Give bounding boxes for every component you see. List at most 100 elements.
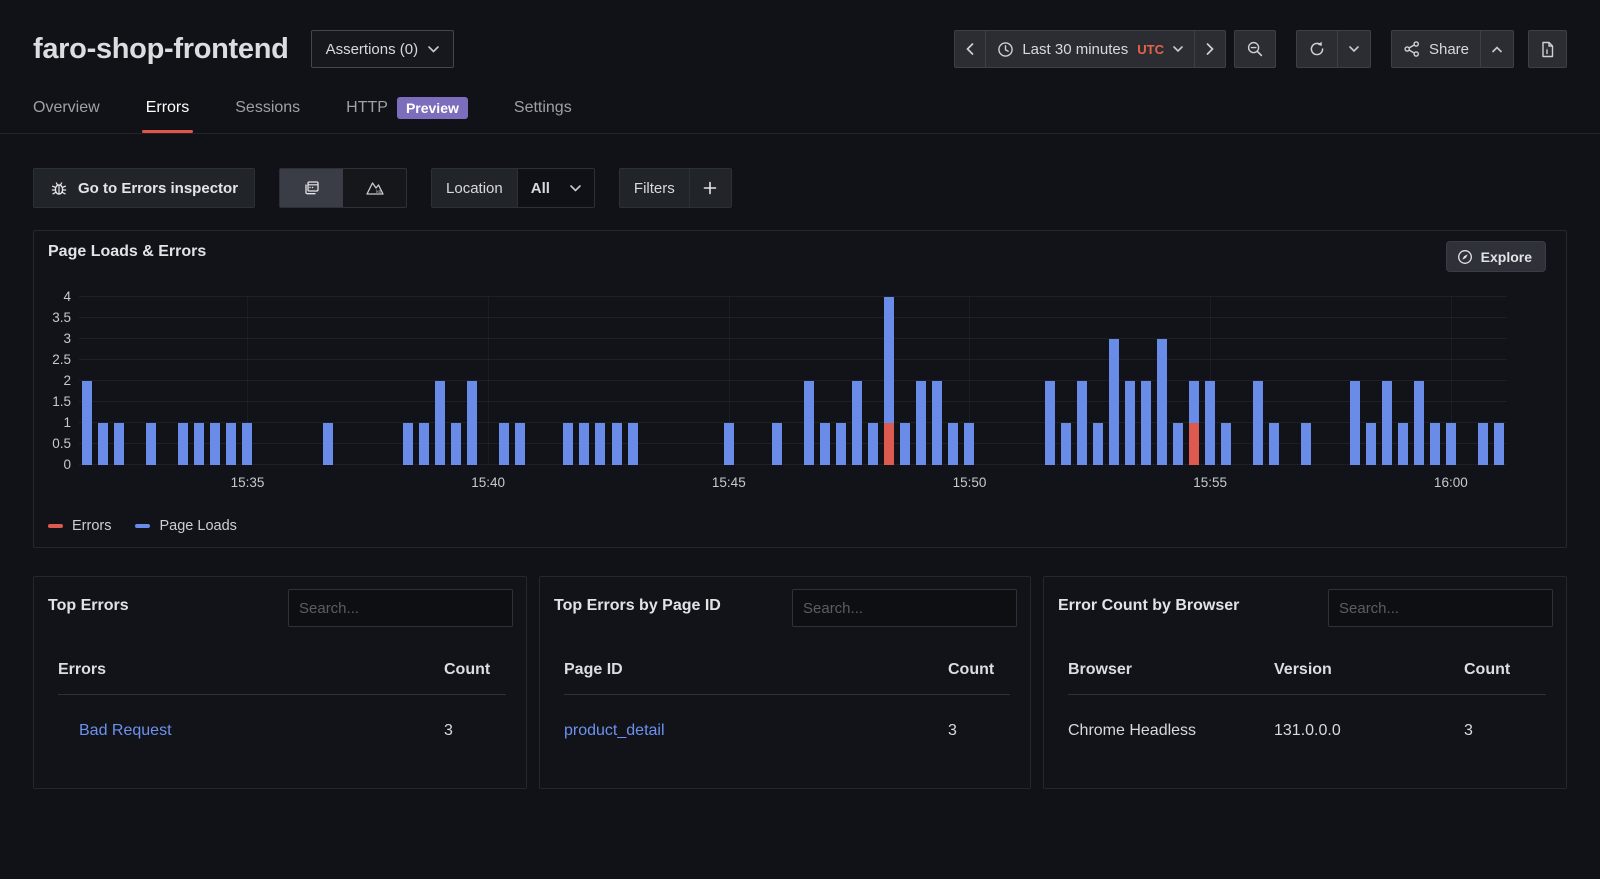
chart-bar-page-loads[interactable] — [1221, 423, 1231, 465]
add-filter-button[interactable] — [689, 169, 731, 207]
error-link[interactable]: Bad Request — [79, 722, 172, 739]
chart-bar-errors[interactable] — [1189, 423, 1199, 465]
chart-bar-page-loads[interactable] — [804, 381, 814, 465]
chart-bar-page-loads[interactable] — [194, 423, 204, 465]
chart-bar-page-loads[interactable] — [948, 423, 958, 465]
tab-sessions[interactable]: Sessions — [223, 84, 312, 133]
chart-bar-page-loads[interactable] — [724, 423, 734, 465]
zoom-out-time-button[interactable] — [1235, 31, 1275, 67]
chart-bar-page-loads[interactable] — [868, 423, 878, 465]
chart-bar-page-loads[interactable] — [916, 381, 926, 465]
chart-bar-page-loads[interactable] — [1269, 423, 1279, 465]
chart-bar-page-loads[interactable] — [1045, 381, 1055, 465]
legend-item-page-loads[interactable]: Page Loads — [135, 518, 236, 534]
location-select[interactable]: All — [517, 169, 594, 207]
chart-bar-page-loads[interactable] — [210, 423, 220, 465]
legend-label: Errors — [72, 518, 111, 534]
assertions-dropdown-button[interactable]: Assertions (0) — [311, 30, 455, 68]
share-dropdown[interactable] — [1480, 31, 1513, 67]
x-gridline — [488, 297, 489, 465]
k6-source-toggle[interactable]: k6 — [343, 169, 406, 207]
chart-bar-page-loads[interactable] — [1173, 423, 1183, 465]
chart-bar-page-loads[interactable] — [595, 423, 605, 465]
search-input[interactable] — [1328, 589, 1553, 627]
search-input[interactable] — [288, 589, 513, 627]
chart-bar-page-loads[interactable] — [1350, 381, 1360, 465]
chart-bar-page-loads[interactable] — [1141, 381, 1151, 465]
chart-bar-page-loads[interactable] — [323, 423, 333, 465]
chevron-down-icon — [1173, 46, 1183, 53]
chart-bar-page-loads[interactable] — [563, 423, 573, 465]
chart-bar-errors[interactable] — [884, 423, 894, 465]
page-id-link[interactable]: product_detail — [564, 722, 665, 739]
chart-bar-page-loads[interactable] — [1157, 339, 1167, 465]
chart-bar-page-loads[interactable] — [1301, 423, 1311, 465]
chart-bar-page-loads[interactable] — [1093, 423, 1103, 465]
chart-bar-page-loads[interactable] — [435, 381, 445, 465]
toolbar: Last 30 minutes UTC — [954, 30, 1567, 68]
chart-bar-page-loads[interactable] — [1109, 339, 1119, 465]
chart-bar-page-loads[interactable] — [1478, 423, 1488, 465]
time-shift-forward-button[interactable] — [1194, 31, 1225, 67]
chart-bar-page-loads[interactable] — [419, 423, 429, 465]
chart-bar-page-loads[interactable] — [836, 423, 846, 465]
time-shift-back-button[interactable] — [955, 31, 985, 67]
chart-bar-page-loads[interactable] — [226, 423, 236, 465]
chart-bar-page-loads[interactable] — [1398, 423, 1408, 465]
browser-source-toggle[interactable] — [280, 169, 343, 207]
source-toggle-group: k6 — [279, 168, 407, 208]
chart-bar-page-loads[interactable] — [98, 423, 108, 465]
chart-bar-page-loads[interactable] — [1382, 381, 1392, 465]
report-document-button[interactable] — [1529, 31, 1566, 67]
chart-bar-page-loads[interactable] — [852, 381, 862, 465]
preview-badge: Preview — [397, 97, 468, 119]
y-gridline — [79, 296, 1507, 297]
chart-bar-page-loads[interactable] — [932, 381, 942, 465]
chart-bar-page-loads[interactable] — [579, 423, 589, 465]
chart-bar-page-loads[interactable] — [1366, 423, 1376, 465]
chart-bar-page-loads[interactable] — [515, 423, 525, 465]
chart-bar-page-loads[interactable] — [1189, 381, 1199, 423]
chart-bar-page-loads[interactable] — [242, 423, 252, 465]
refresh-button[interactable] — [1297, 31, 1337, 67]
tab-settings[interactable]: Settings — [502, 84, 584, 133]
tab-http[interactable]: HTTP Preview — [334, 84, 480, 133]
share-button[interactable]: Share — [1392, 31, 1480, 67]
chart-bar-page-loads[interactable] — [1061, 423, 1071, 465]
chart-bar-page-loads[interactable] — [451, 423, 461, 465]
errors-inspector-button[interactable]: Go to Errors inspector — [33, 168, 255, 208]
bottom-panels: Top Errors Errors Count Bad Request 3 To… — [33, 576, 1567, 789]
explore-button[interactable]: Explore — [1446, 241, 1546, 272]
chart-bar-page-loads[interactable] — [82, 381, 92, 465]
chart-bar-page-loads[interactable] — [403, 423, 413, 465]
version-cell: 131.0.0.0 — [1274, 722, 1464, 740]
chart-bar-page-loads[interactable] — [964, 423, 974, 465]
chart-bar-page-loads[interactable] — [884, 297, 894, 423]
timezone-label: UTC — [1137, 42, 1164, 57]
chart-bar-page-loads[interactable] — [1205, 381, 1215, 465]
chart-bar-page-loads[interactable] — [1494, 423, 1504, 465]
tab-errors[interactable]: Errors — [134, 84, 202, 133]
chart-bar-page-loads[interactable] — [820, 423, 830, 465]
chart-bar-page-loads[interactable] — [772, 423, 782, 465]
chart-bar-page-loads[interactable] — [612, 423, 622, 465]
chart-bar-page-loads[interactable] — [178, 423, 188, 465]
chart-bar-page-loads[interactable] — [1077, 381, 1087, 465]
chart-bar-page-loads[interactable] — [1430, 423, 1440, 465]
chart-bar-page-loads[interactable] — [467, 381, 477, 465]
chart-panel-title: Page Loads & Errors — [48, 243, 206, 261]
time-range-picker-button[interactable]: Last 30 minutes UTC — [985, 31, 1194, 67]
refresh-interval-dropdown[interactable] — [1337, 31, 1370, 67]
chart-bar-page-loads[interactable] — [1414, 381, 1424, 465]
search-input[interactable] — [792, 589, 1017, 627]
tab-overview[interactable]: Overview — [21, 84, 112, 133]
chart-bar-page-loads[interactable] — [499, 423, 509, 465]
chart-bar-page-loads[interactable] — [1125, 381, 1135, 465]
legend-item-errors[interactable]: Errors — [48, 518, 111, 534]
chart-bar-page-loads[interactable] — [146, 423, 156, 465]
chart-bar-page-loads[interactable] — [114, 423, 124, 465]
chart-bar-page-loads[interactable] — [1446, 423, 1456, 465]
chart-bar-page-loads[interactable] — [628, 423, 638, 465]
chart-bar-page-loads[interactable] — [1253, 381, 1263, 465]
chart-bar-page-loads[interactable] — [900, 423, 910, 465]
